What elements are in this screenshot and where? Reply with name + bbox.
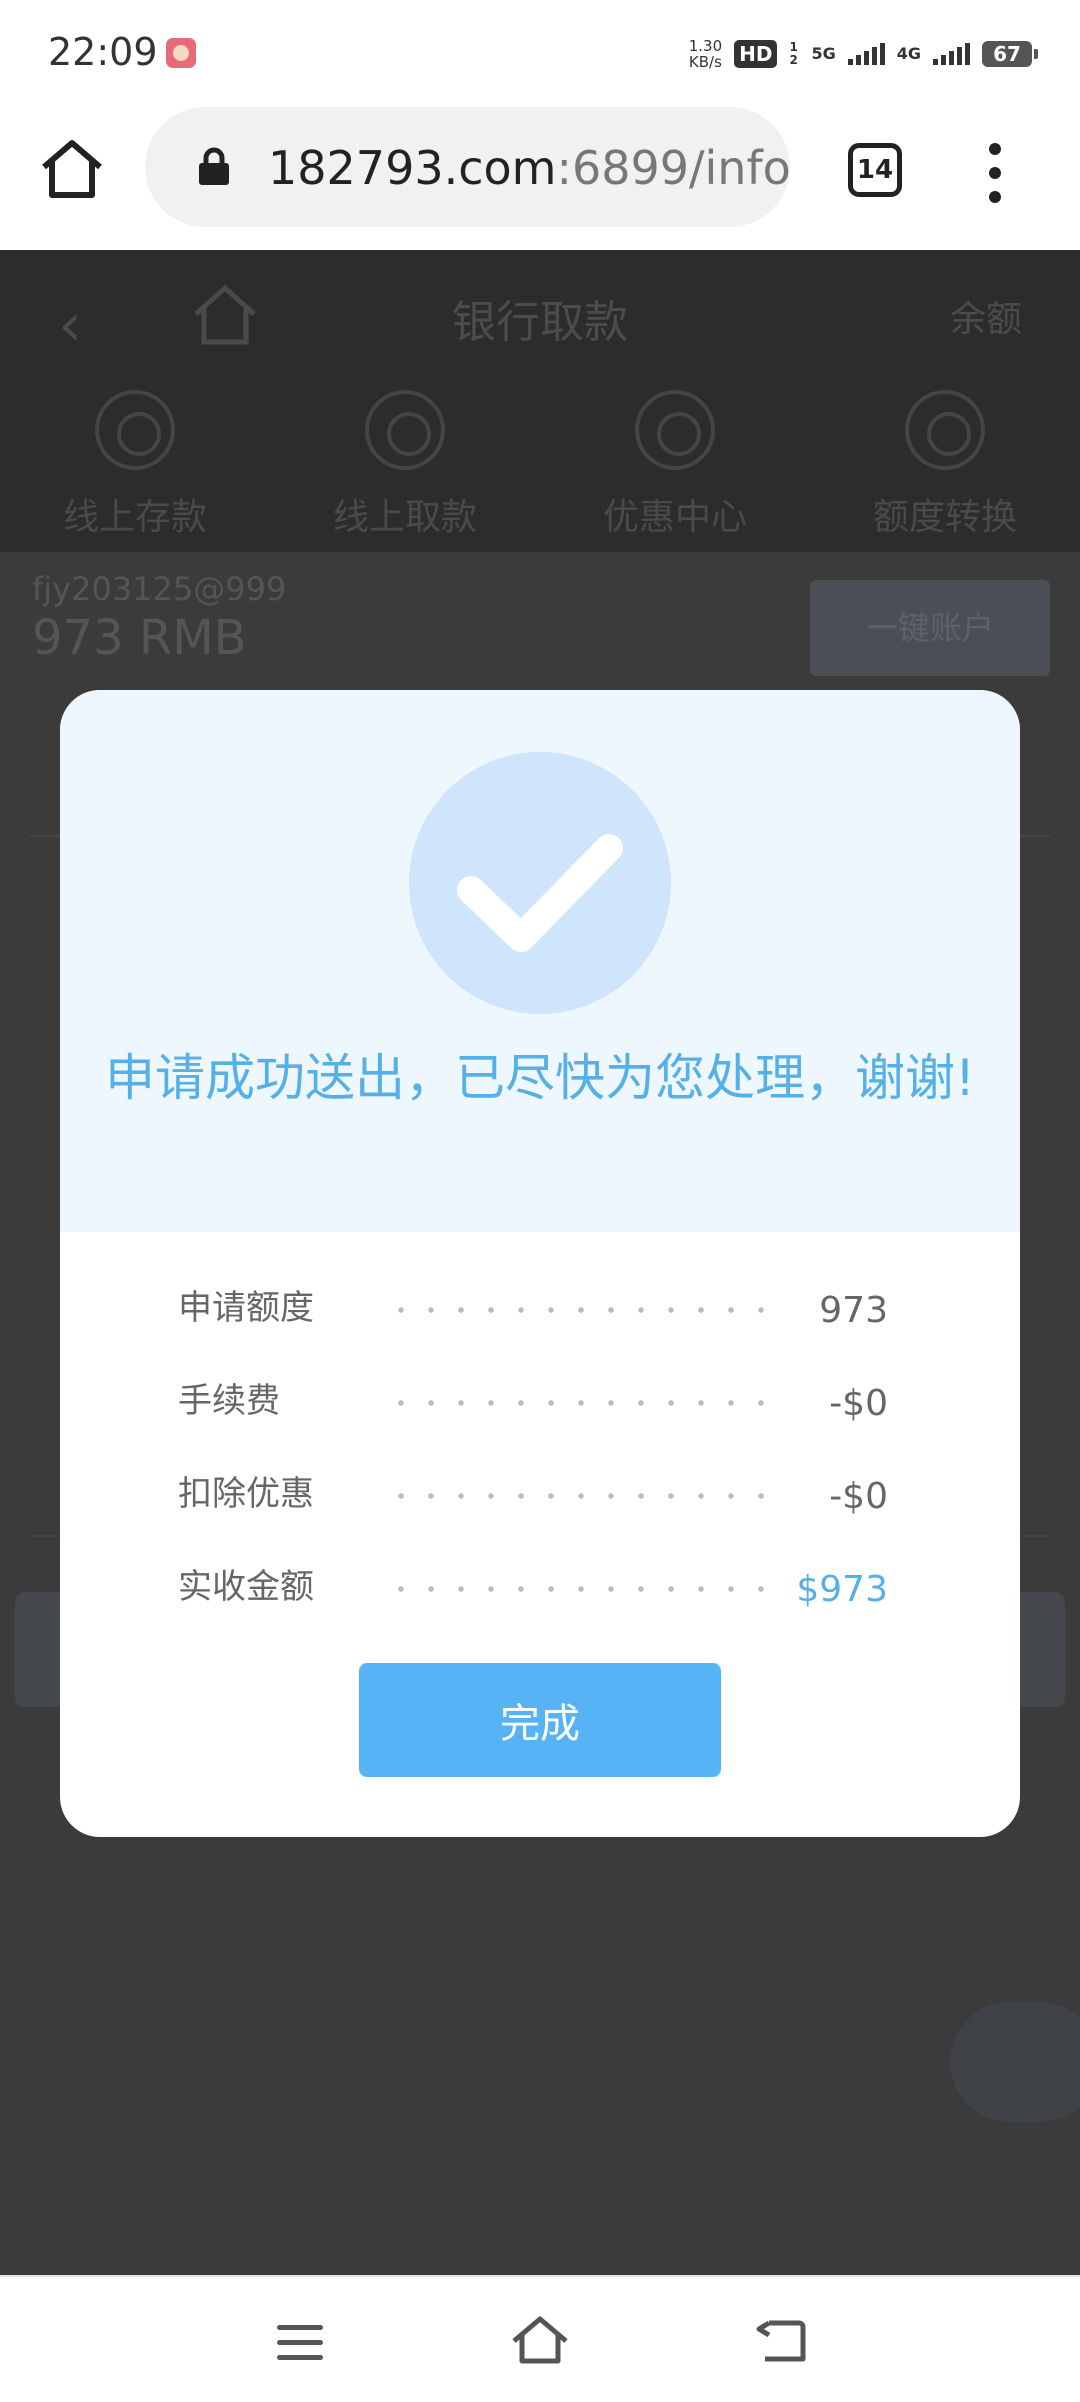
lock-icon bbox=[199, 147, 229, 185]
hd-voice-icon: HD bbox=[734, 40, 778, 68]
system-back-icon[interactable] bbox=[755, 2315, 807, 2365]
summary-row: 扣除优惠 -$0 bbox=[60, 1466, 1020, 1559]
recent-apps-icon[interactable] bbox=[277, 2325, 323, 2370]
url-bar[interactable]: 182793.com:6899/info bbox=[145, 107, 790, 227]
row-label: 申请额度 bbox=[178, 1288, 314, 1328]
username: fjy203125@999 bbox=[32, 570, 287, 608]
success-message: 申请成功送出，已尽快为您处理，谢谢! bbox=[104, 1049, 976, 1107]
page-header: ‹ 银行取款 余额 线上存款 线上取款 优惠中心 额度转换 bbox=[0, 250, 1080, 552]
summary-row: 实收金额 $973 bbox=[60, 1559, 1020, 1652]
nav-withdraw[interactable]: 线上取款 bbox=[270, 390, 540, 540]
side-button[interactable]: 一键账户 bbox=[810, 580, 1050, 676]
summary-row: 手续费 -$0 bbox=[60, 1373, 1020, 1466]
nav-promo[interactable]: 优惠中心 bbox=[540, 390, 810, 540]
sim-digits: 1 2 bbox=[789, 40, 798, 67]
dotted-leader bbox=[386, 1579, 766, 1599]
more-menu-icon[interactable] bbox=[983, 143, 1007, 203]
system-nav-bar bbox=[0, 2275, 1080, 2402]
row-label: 实收金额 bbox=[178, 1567, 314, 1607]
row-value-received: $973 bbox=[796, 1569, 888, 1610]
network-speed: 1.30 KB/s bbox=[688, 37, 723, 71]
row-label: 手续费 bbox=[178, 1381, 280, 1421]
row-value: -$0 bbox=[829, 1383, 888, 1424]
signal-5g-icon bbox=[847, 43, 885, 65]
success-check-icon bbox=[409, 752, 671, 1014]
signal-4g-icon bbox=[933, 43, 970, 65]
nav-deposit[interactable]: 线上存款 bbox=[0, 390, 270, 540]
system-home-icon[interactable] bbox=[510, 2315, 570, 2365]
summary-row: 申请额度 973 bbox=[60, 1280, 1020, 1373]
nav-transfer[interactable]: 额度转换 bbox=[810, 390, 1080, 540]
status-bar: 22:09 1.30 KB/s HD 1 2 5G 4G 67 bbox=[0, 0, 1080, 105]
account-amount: 973 RMB bbox=[32, 610, 247, 666]
success-dialog: 申请成功送出，已尽快为您处理，谢谢! 申请额度 973 手续费 -$0 扣除优惠… bbox=[60, 690, 1020, 1837]
battery-icon: 67 bbox=[982, 41, 1038, 67]
page-title: 银行取款 bbox=[452, 297, 628, 348]
row-value: 973 bbox=[819, 1290, 888, 1331]
done-button[interactable]: 完成 bbox=[359, 1663, 721, 1777]
url-text: 182793.com:6899/info bbox=[268, 141, 790, 195]
promo-icon bbox=[635, 390, 715, 470]
transfer-icon bbox=[905, 390, 985, 470]
row-label: 扣除优惠 bbox=[178, 1474, 314, 1514]
withdraw-icon bbox=[365, 390, 445, 470]
dialog-header: 申请成功送出，已尽快为您处理，谢谢! bbox=[60, 690, 1020, 1232]
network-4g-label: 4G bbox=[896, 44, 921, 63]
dotted-leader bbox=[386, 1393, 766, 1413]
status-time: 22:09 bbox=[48, 30, 158, 74]
tab-switcher-button[interactable]: 14 bbox=[848, 143, 902, 197]
status-icons: 1.30 KB/s HD 1 2 5G 4G 67 bbox=[688, 34, 1038, 74]
home-icon[interactable] bbox=[38, 135, 106, 203]
balance-link[interactable]: 余额 bbox=[950, 290, 1022, 342]
browser-toolbar: 182793.com:6899/info 14 bbox=[0, 105, 1080, 250]
row-value: -$0 bbox=[829, 1476, 888, 1517]
network-5g-label: 5G bbox=[811, 44, 836, 63]
dotted-leader bbox=[386, 1300, 766, 1320]
dotted-leader bbox=[386, 1486, 766, 1506]
summary-list: 申请额度 973 手续费 -$0 扣除优惠 -$0 实收金额 $973 bbox=[60, 1280, 1020, 1652]
notification-avatar-icon bbox=[166, 38, 196, 68]
edit-fab-icon[interactable] bbox=[950, 2002, 1080, 2122]
deposit-icon bbox=[95, 390, 175, 470]
page-nav: 线上存款 线上取款 优惠中心 额度转换 bbox=[0, 390, 1080, 540]
